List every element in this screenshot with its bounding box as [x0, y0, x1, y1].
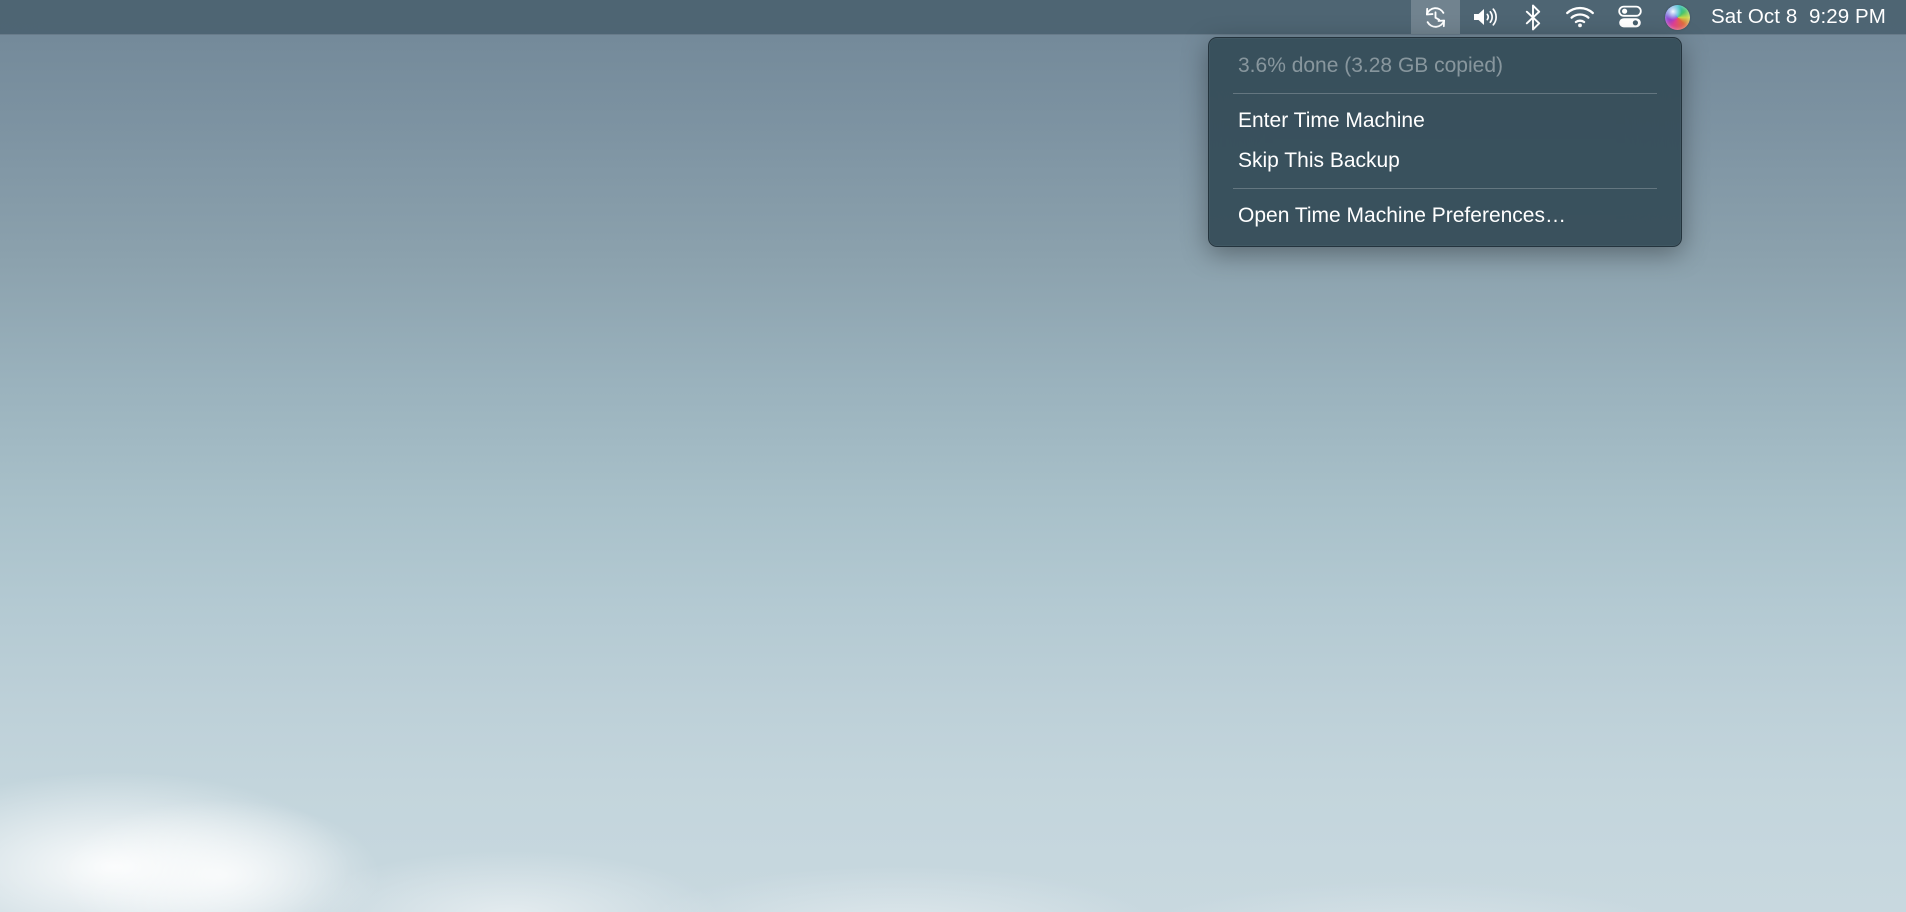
menu-separator: [1233, 93, 1657, 94]
time-machine-icon: [1422, 4, 1449, 31]
volume-icon: [1471, 5, 1501, 29]
status-item-time-machine[interactable]: [1411, 0, 1460, 34]
status-item-bluetooth[interactable]: [1512, 0, 1554, 34]
cloud-decoration: [300, 850, 720, 912]
time-machine-menu: 3.6% done (3.28 GB copied) Enter Time Ma…: [1208, 37, 1682, 247]
cloud-decoration: [60, 800, 380, 912]
status-item-siri[interactable]: [1654, 0, 1701, 34]
cloud-decoration: [1130, 880, 1690, 912]
menu-bar: Sat Oct 8 9:29 PM: [0, 0, 1906, 34]
cloud-decoration: [640, 866, 1160, 912]
cloud-decoration: [0, 772, 350, 912]
menu-item-skip-this-backup[interactable]: Skip This Backup: [1209, 141, 1681, 181]
siri-icon: [1665, 4, 1690, 30]
desktop: Sat Oct 8 9:29 PM 3.6% done (3.28 GB cop…: [0, 0, 1906, 912]
menu-bar-clock[interactable]: Sat Oct 8 9:29 PM: [1701, 0, 1906, 34]
menu-bar-status-area: Sat Oct 8 9:29 PM: [1411, 0, 1906, 34]
menu-item-open-time-machine-preferences[interactable]: Open Time Machine Preferences…: [1209, 196, 1681, 236]
backup-status-text: 3.6% done (3.28 GB copied): [1238, 54, 1504, 77]
status-item-volume[interactable]: [1460, 0, 1512, 34]
status-item-wifi[interactable]: [1554, 0, 1606, 34]
menu-separator: [1233, 188, 1657, 189]
status-item-control-center[interactable]: [1606, 0, 1654, 34]
menu-item-enter-time-machine[interactable]: Enter Time Machine: [1209, 101, 1681, 141]
wifi-icon: [1565, 6, 1595, 28]
bluetooth-icon: [1523, 4, 1543, 31]
control-center-icon: [1617, 4, 1643, 30]
